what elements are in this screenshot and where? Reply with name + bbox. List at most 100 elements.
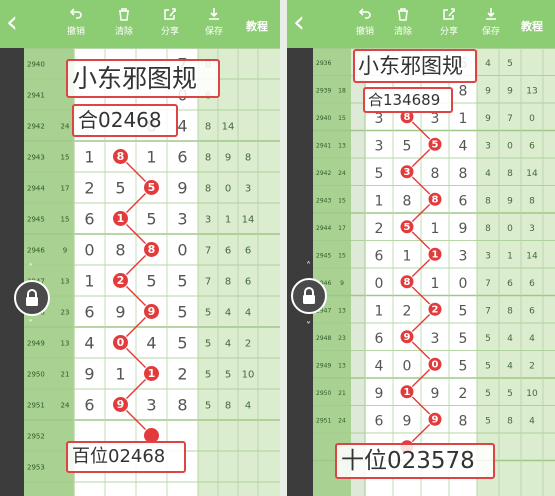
sum-value: 21 — [338, 390, 346, 397]
cell-value: 4 — [245, 401, 251, 412]
cell-value: 6 — [529, 141, 535, 151]
clear-button[interactable]: 清除 — [383, 6, 423, 44]
share-button[interactable]: 分享 — [150, 6, 190, 44]
cell-value: 8 — [459, 83, 468, 99]
draw-ball[interactable]: 5 — [427, 136, 443, 152]
ball-number: 5 — [148, 181, 156, 194]
sum-value: 18 — [338, 87, 346, 94]
undo-icon — [56, 6, 96, 26]
cell-value: 2 — [459, 386, 468, 402]
draw-ball[interactable]: 2 — [427, 301, 443, 317]
draw-ball[interactable]: 3 — [399, 164, 415, 180]
draw-ball[interactable]: 9 — [143, 303, 160, 320]
issue-number: 2945 — [316, 252, 331, 259]
cell-value: 3 — [485, 251, 491, 261]
issue-number: 2951 — [27, 402, 45, 410]
draw-ball[interactable]: 8 — [112, 148, 129, 165]
chevron-down-icon: ˅ — [306, 321, 311, 332]
cell-value: 5 — [177, 303, 187, 322]
cell-value: 4 — [529, 416, 535, 426]
issue-number: 2942 — [27, 123, 45, 131]
issue-number: 2943 — [27, 154, 45, 162]
undo-button[interactable]: 撤销 — [56, 6, 96, 44]
sum-value: 15 — [338, 197, 346, 204]
draw-ball[interactable]: 1 — [143, 365, 160, 382]
cell-value: 5 — [146, 272, 156, 291]
help-link[interactable]: 教程 — [246, 18, 268, 34]
cell-value: 8 — [205, 153, 211, 164]
draw-ball[interactable]: 5 — [143, 179, 160, 196]
back-chevron-icon[interactable]: ‹ — [293, 8, 327, 40]
back-chevron-icon[interactable]: ‹ — [6, 8, 40, 40]
cell-value: 1 — [225, 215, 231, 226]
issue-number: 2943 — [316, 197, 331, 204]
undo-button[interactable]: 撤销 — [345, 6, 385, 44]
download-icon — [194, 6, 234, 26]
lock-button[interactable] — [14, 280, 50, 316]
left-panel: ‹ 撤销 清除 分享 保存 教程 29407029410629422484814… — [0, 0, 280, 496]
cell-value: 5 — [459, 303, 468, 319]
cell-value: 8 — [507, 169, 513, 179]
cell-value: 4 — [225, 339, 231, 350]
cell-value: 8 — [225, 401, 231, 412]
draw-ball[interactable]: 0 — [427, 356, 443, 372]
cell-value: 9 — [431, 386, 440, 402]
cell-value: 1 — [375, 303, 384, 319]
cell-value: 5 — [205, 308, 211, 319]
trash-icon — [104, 6, 144, 26]
toolbar: ‹ 撤销 清除 分享 保存 教程 — [0, 0, 280, 48]
cell-value: 6 — [245, 277, 251, 288]
draw-ball[interactable]: 1 — [399, 384, 415, 400]
draw-ball[interactable]: 8 — [143, 241, 160, 258]
cell-value: 0 — [459, 276, 468, 292]
cell-value: 9 — [485, 86, 491, 96]
share-button[interactable]: 分享 — [429, 6, 469, 44]
cell-value: 8 — [115, 241, 125, 260]
save-label: 保存 — [481, 27, 500, 37]
cell-value: 9 — [507, 196, 513, 206]
cell-value: 4 — [84, 334, 94, 353]
issue-number: 2941 — [27, 92, 45, 100]
draw-ball[interactable]: 5 — [399, 219, 415, 235]
save-button[interactable]: 保存 — [471, 6, 511, 44]
cell-value: 8 — [177, 396, 187, 415]
cell-value: 5 — [507, 59, 513, 69]
undo-icon — [345, 6, 385, 26]
sum-value: 17 — [338, 225, 346, 232]
draw-ball[interactable]: 8 — [399, 274, 415, 290]
cell-value: 9 — [115, 303, 125, 322]
clear-button[interactable]: 清除 — [104, 6, 144, 44]
trend-chart[interactable]: 2936645293918899132940153831970294113351… — [287, 48, 555, 496]
lock-button[interactable] — [291, 278, 327, 314]
cell-value: 5 — [459, 358, 468, 374]
sum-value: 13 — [61, 340, 70, 348]
cell-value: 6 — [507, 279, 513, 289]
draw-ball[interactable]: 8 — [427, 191, 443, 207]
help-link[interactable]: 教程 — [521, 18, 543, 34]
issue-number: 2941 — [316, 142, 331, 149]
draw-ball[interactable]: 2 — [112, 272, 129, 289]
cell-value: 6 — [84, 210, 94, 229]
sum-value: 9 — [63, 247, 67, 255]
draw-ball[interactable]: 9 — [399, 329, 415, 345]
share-label: 分享 — [160, 27, 179, 37]
draw-ball[interactable]: 1 — [427, 246, 443, 262]
issue-number: 2942 — [316, 170, 331, 177]
cell-value: 0 — [403, 358, 412, 374]
cell-value: 1 — [84, 148, 94, 167]
cell-value: 3 — [375, 111, 384, 127]
cell-value: 1 — [507, 251, 513, 261]
sum-value: 15 — [61, 216, 70, 224]
draw-ball[interactable]: 9 — [112, 396, 129, 413]
save-button[interactable]: 保存 — [194, 6, 234, 44]
cell-value: 13 — [526, 86, 537, 96]
draw-ball[interactable]: 1 — [112, 210, 129, 227]
sum-value: 17 — [61, 185, 70, 193]
sum-value: 15 — [338, 115, 346, 122]
cell-value: 6 — [84, 303, 94, 322]
draw-ball[interactable]: 9 — [427, 411, 443, 427]
overlay-bottom: 十位023578 — [335, 443, 495, 479]
draw-ball[interactable]: 0 — [112, 334, 129, 351]
chevron-up-icon: ˄ — [306, 261, 311, 272]
issue-number: 2944 — [316, 225, 331, 232]
